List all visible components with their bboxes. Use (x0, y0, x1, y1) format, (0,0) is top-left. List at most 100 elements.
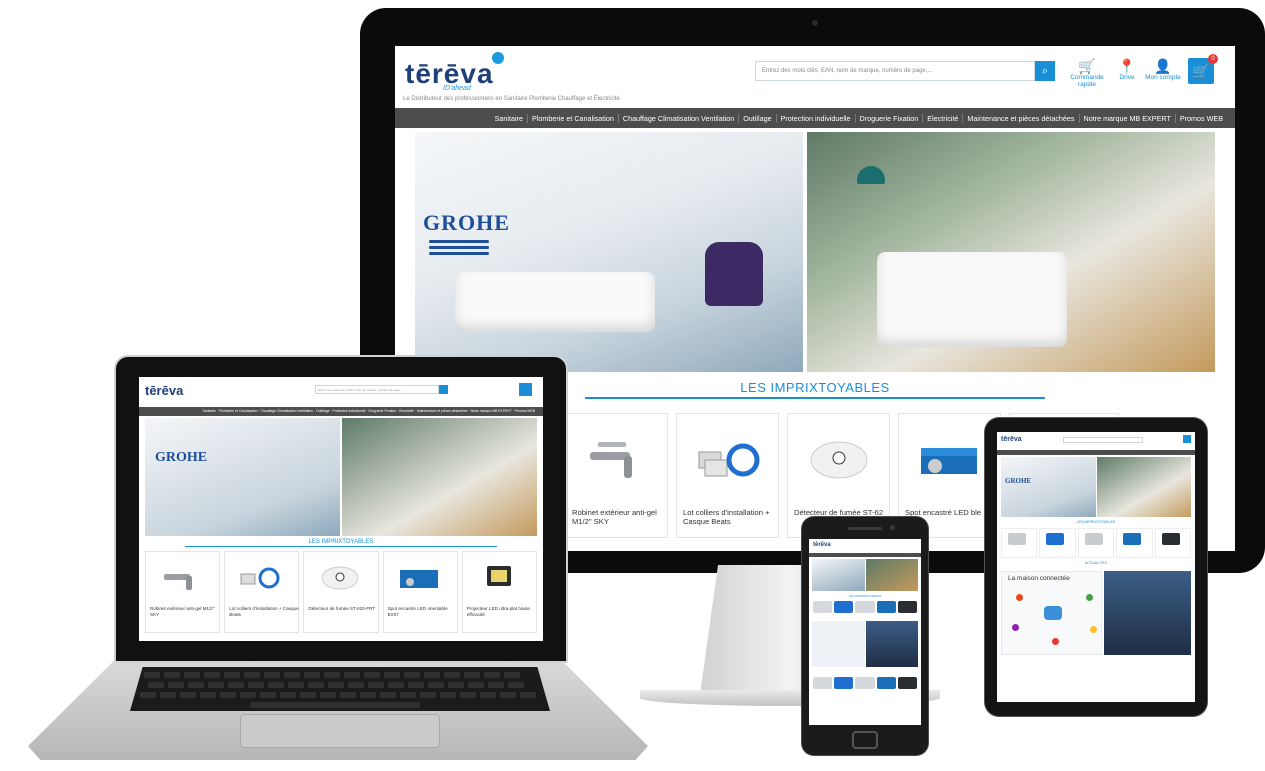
cable-ties-headphones-image (240, 567, 280, 589)
news-thumbnails[interactable] (1104, 571, 1191, 655)
smoke-detector-image (321, 566, 359, 590)
laptop-product-row: Robinet extérieur anti-gel M1/2" SKY Lot… (145, 551, 538, 633)
tablet-product-card[interactable] (1001, 528, 1038, 558)
laptop-nav-item[interactable]: Maintenance et pièces détachées (417, 409, 468, 413)
cart-button[interactable]: 🛒 0 (1188, 54, 1218, 84)
tablet-news-block: La maison connectée (1001, 571, 1191, 655)
tablet-cart-button[interactable] (1183, 435, 1191, 443)
laptop-section-title: LES IMPRIXTOYABLES (308, 539, 374, 545)
connected-home-title: La maison connectée (1008, 575, 1070, 582)
laptop-site-logo[interactable]: tērēva (145, 383, 183, 398)
phone-product-thumb[interactable] (813, 601, 833, 613)
laptop-product-name: Robinet extérieur anti-gel M1/2" SKY (150, 606, 215, 617)
nav-item-outillage[interactable]: Outillage (739, 113, 777, 123)
tablet-product-card[interactable] (1039, 528, 1076, 558)
laptop-product-name: Projecteur LED ultra-plat haute efficaci… (466, 606, 530, 617)
laptop-product-card[interactable]: Projecteur LED ultra-plat haute efficaci… (461, 551, 538, 633)
cable-ties-headphones-image (698, 443, 760, 477)
laptop-nav-item[interactable]: Electricité (399, 409, 414, 413)
laptop-nav-item[interactable]: Promos WEB (515, 409, 535, 413)
grohe-wave-icon (429, 252, 489, 255)
tablet-product-card[interactable] (1154, 528, 1192, 558)
phone-nav-bar[interactable] (809, 553, 921, 557)
laptop-search-input[interactable]: Entrez des mots clés, EAN, nom de marque… (315, 385, 439, 394)
nav-item-chauffage[interactable]: Chauffage Climatisation Ventilation (619, 113, 740, 123)
phone-product-thumb[interactable] (813, 677, 833, 689)
account-button[interactable]: 👤 Mon compte (1143, 58, 1183, 81)
laptop-nav-item[interactable]: Droguerie Fixation (368, 409, 396, 413)
nav-item-protection[interactable]: Protection individuelle (777, 113, 856, 123)
phone-product-thumb[interactable] (855, 677, 875, 689)
laptop-cart-button[interactable] (519, 383, 532, 396)
tablet-grohe-logo: GROHE (1005, 477, 1032, 485)
tablet-search-input[interactable] (1063, 437, 1143, 443)
bathtub-shape (455, 272, 655, 332)
tablet-section-title: LES IMPRIXTOYABLES (1076, 520, 1116, 524)
main-nav: Sanitaire Plomberie et Canalisation Chau… (395, 108, 1235, 128)
product-name: Robinet extérieur anti-gel M1/2" SKY (572, 508, 657, 526)
phone-product-thumb[interactable] (897, 601, 918, 613)
tablet-hero-image-washbasin (1096, 457, 1191, 517)
phone-product-thumb[interactable] (876, 601, 896, 613)
grohe-logo: GROHE (423, 210, 510, 235)
phone-product-thumb[interactable] (834, 601, 854, 613)
phone-site-header: tērēva (809, 539, 921, 553)
laptop-product-card[interactable]: Détecteur de fumée ST-620-FRT (303, 551, 379, 633)
laptop-nav-item[interactable]: Sanitaire (202, 409, 215, 413)
hero-banner[interactable]: GROHE (415, 132, 1215, 372)
laptop-product-name: Détecteur de fumée ST-620-FRT (308, 606, 376, 611)
nav-item-sanitaire[interactable]: Sanitaire (491, 113, 528, 123)
laptop-product-card[interactable]: Spot encastré LED orientable EX07 (382, 551, 458, 633)
product-card[interactable]: Lot colliers d'installation + Casque Bea… (676, 413, 779, 538)
device-node-icon (1086, 594, 1093, 601)
desk-lamp-shape (857, 166, 886, 184)
phone-product-row-bottom (813, 677, 918, 689)
phone-news-thumbnails (865, 621, 918, 667)
laptop-product-name: Lot colliers d'installation + Casque Bea… (229, 606, 299, 617)
laptop-nav-item[interactable]: Plomberie et Canalisation (219, 409, 258, 413)
laptop-search-button[interactable] (439, 385, 448, 394)
laptop-product-card[interactable]: Lot colliers d'installation + Casque Bea… (224, 551, 300, 633)
nav-item-mb-expert[interactable]: Notre marque MB EXPERT (1080, 113, 1176, 123)
tablet-product-card[interactable] (1116, 528, 1153, 558)
laptop-product-card[interactable]: Robinet extérieur anti-gel M1/2" SKY (145, 551, 221, 633)
nav-item-promos-web[interactable]: Promos WEB (1176, 114, 1227, 123)
nav-item-maintenance[interactable]: Maintenance et pièces détachées (963, 113, 1080, 123)
phone-product-thumb[interactable] (834, 677, 854, 689)
product-name: Détecteur de fumée ST-62 (794, 508, 884, 517)
laptop-hero-banner[interactable]: GROHE (145, 418, 537, 536)
laptop-nav-item[interactable]: Outillage (316, 409, 329, 413)
faucet-image (164, 574, 192, 590)
faucet-image (590, 442, 632, 478)
tablet-hero-banner[interactable]: GROHE (1001, 457, 1191, 517)
cart-count-badge: 0 (1208, 54, 1218, 64)
phone-product-thumb[interactable] (897, 677, 918, 689)
laptop-nav-item[interactable]: Chauffage Climatisation Ventilation (261, 409, 314, 413)
nav-item-plomberie[interactable]: Plomberie et Canalisation (528, 113, 619, 123)
device-node-icon (1052, 638, 1059, 645)
phone-site-logo[interactable]: tērēva (813, 542, 831, 548)
laptop-nav-item[interactable]: Protection individuelle (332, 409, 365, 413)
drive-button[interactable]: 📍 Drive (1107, 58, 1147, 81)
phone-news-block[interactable] (812, 621, 918, 667)
connected-home-panel[interactable]: La maison connectée (1001, 571, 1103, 655)
search-input[interactable]: Entrez des mots clés, EAN, nom de marque… (755, 61, 1035, 81)
device-node-icon (1012, 624, 1019, 631)
phone-product-row (813, 601, 918, 613)
site-tagline: Le Distributeur des professionnels en Sa… (403, 96, 620, 102)
nav-item-electricite[interactable]: Electricité (923, 113, 964, 123)
search-button[interactable]: ⌕ (1035, 61, 1055, 81)
phone-hero-banner[interactable] (812, 559, 918, 591)
quick-order-button[interactable]: 🛒 Commande rapide (1067, 58, 1107, 88)
tablet-site-logo[interactable]: tērēva (1001, 436, 1022, 443)
led-spot-box-image (921, 448, 977, 474)
phone-product-thumb[interactable] (855, 601, 875, 613)
phone-home-button[interactable] (852, 731, 878, 749)
nav-item-droguerie[interactable]: Droguerie Fixation (856, 113, 924, 123)
device-node-icon (1090, 626, 1097, 633)
laptop-nav-item[interactable]: Notre marque MB EXPERT (470, 409, 511, 413)
product-card[interactable]: Robinet extérieur anti-gel M1/2" SKY (565, 413, 668, 538)
armchair-shape (705, 242, 763, 306)
tablet-product-card[interactable] (1077, 528, 1115, 558)
phone-product-thumb[interactable] (876, 677, 896, 689)
